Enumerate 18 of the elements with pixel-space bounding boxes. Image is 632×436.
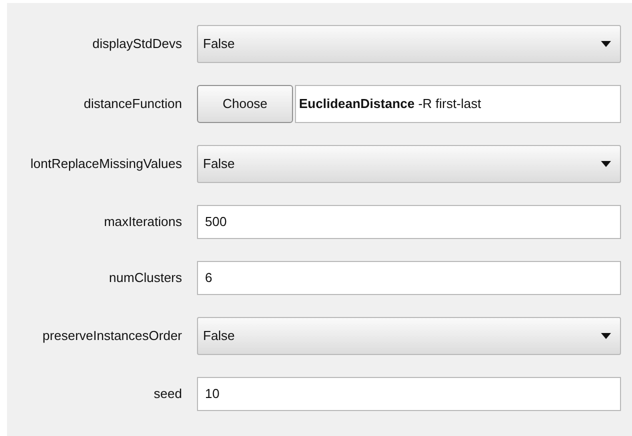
dropdown[interactable]: False [197, 145, 621, 183]
property-label: seed [154, 385, 182, 404]
choose-button[interactable]: Choose [197, 85, 293, 123]
property-label: lontReplaceMissingValues [30, 155, 182, 174]
property-label: numClusters [109, 269, 182, 288]
input-field[interactable]: 6 [197, 261, 621, 295]
distance-function-field[interactable]: EuclideanDistance -R first-last [295, 85, 621, 123]
dropdown[interactable]: False [197, 25, 621, 63]
input-field[interactable]: 500 [197, 205, 621, 239]
caret-icon [601, 161, 611, 167]
property-label: preserveInstancesOrder [42, 327, 182, 346]
caret-icon [601, 333, 611, 339]
property-label: distanceFunction [84, 95, 182, 114]
property-label: displayStdDevs [92, 35, 182, 54]
input-field[interactable]: 10 [197, 377, 621, 411]
property-label: maxIterations [104, 213, 182, 232]
dropdown[interactable]: False [197, 317, 621, 355]
caret-icon [601, 41, 611, 47]
